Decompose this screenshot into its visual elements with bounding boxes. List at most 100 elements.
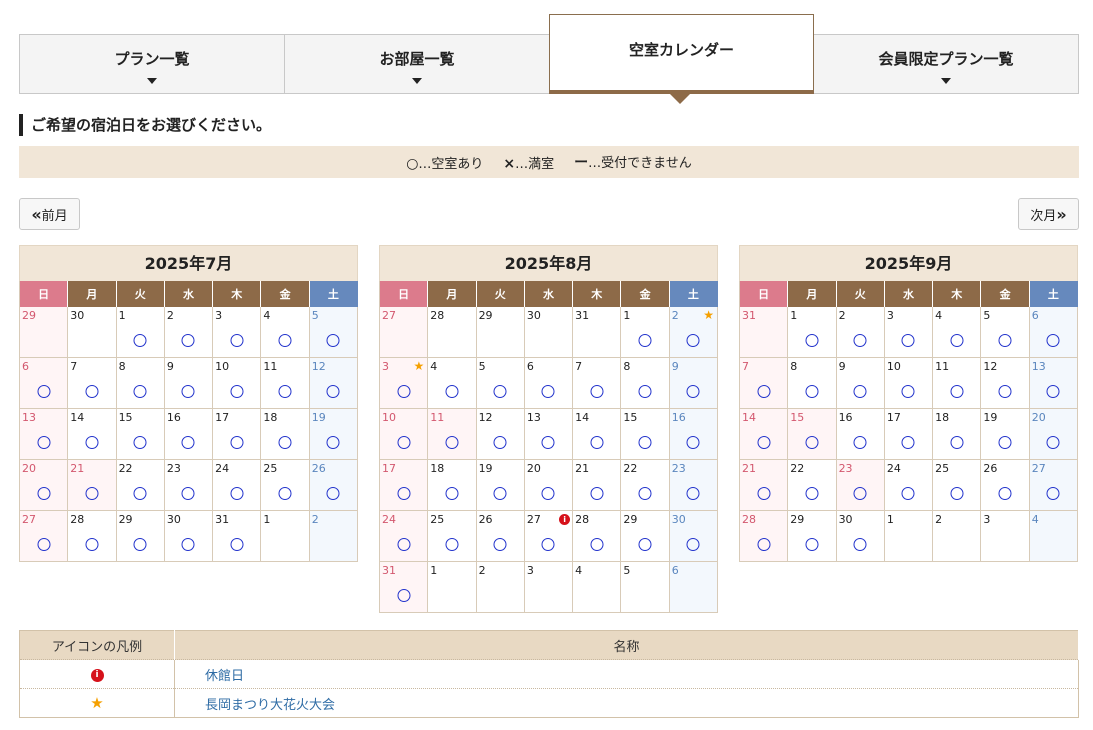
calendar-day-cell[interactable]: 17	[380, 460, 429, 511]
available-circle-icon[interactable]	[998, 385, 1012, 398]
available-circle-icon[interactable]	[397, 589, 411, 602]
available-circle-icon[interactable]	[950, 334, 964, 347]
calendar-day-cell[interactable]: 5	[981, 307, 1030, 358]
calendar-day-cell[interactable]: 30	[669, 511, 718, 562]
calendar-day-cell[interactable]: 9	[164, 358, 214, 409]
calendar-day-cell[interactable]: 13	[1029, 358, 1078, 409]
calendar-day-cell[interactable]: 16	[836, 409, 885, 460]
calendar-day-cell[interactable]: 26	[476, 511, 525, 562]
available-circle-icon[interactable]	[37, 538, 51, 551]
available-circle-icon[interactable]	[541, 487, 555, 500]
available-circle-icon[interactable]	[638, 538, 652, 551]
calendar-day-cell[interactable]: 8	[621, 358, 670, 409]
available-circle-icon[interactable]	[998, 487, 1012, 500]
calendar-day-cell[interactable]: 10	[380, 409, 429, 460]
calendar-day-cell[interactable]: 4	[933, 307, 982, 358]
icon-name[interactable]: 休館日	[174, 659, 1079, 689]
calendar-day-cell[interactable]: 29	[621, 511, 670, 562]
calendar-day-cell[interactable]: 17	[213, 409, 262, 460]
tab-member-plan-list[interactable]: 会員限定プラン一覧	[813, 34, 1079, 94]
available-circle-icon[interactable]	[1046, 385, 1060, 398]
calendar-day-cell[interactable]: 12	[309, 358, 358, 409]
available-circle-icon[interactable]	[493, 385, 507, 398]
available-circle-icon[interactable]	[638, 436, 652, 449]
available-circle-icon[interactable]	[590, 487, 604, 500]
calendar-day-cell[interactable]: 8	[788, 358, 837, 409]
available-circle-icon[interactable]	[757, 487, 771, 500]
calendar-day-cell[interactable]: 24	[213, 460, 262, 511]
calendar-day-cell[interactable]: 20	[20, 460, 69, 511]
available-circle-icon[interactable]	[998, 334, 1012, 347]
available-circle-icon[interactable]	[757, 385, 771, 398]
available-circle-icon[interactable]	[230, 385, 244, 398]
calendar-day-cell[interactable]: 3 ★	[380, 358, 429, 409]
available-circle-icon[interactable]	[950, 385, 964, 398]
available-circle-icon[interactable]	[853, 436, 867, 449]
available-circle-icon[interactable]	[950, 436, 964, 449]
available-circle-icon[interactable]	[590, 436, 604, 449]
calendar-day-cell[interactable]: 7	[573, 358, 622, 409]
calendar-day-cell[interactable]: 19	[981, 409, 1030, 460]
available-circle-icon[interactable]	[133, 385, 147, 398]
calendar-day-cell[interactable]: 19	[309, 409, 358, 460]
available-circle-icon[interactable]	[541, 385, 555, 398]
available-circle-icon[interactable]	[901, 487, 915, 500]
available-circle-icon[interactable]	[757, 436, 771, 449]
available-circle-icon[interactable]	[686, 334, 700, 347]
available-circle-icon[interactable]	[805, 385, 819, 398]
calendar-day-cell[interactable]: 9	[669, 358, 718, 409]
available-circle-icon[interactable]	[278, 334, 292, 347]
calendar-day-cell[interactable]: 28	[573, 511, 622, 562]
calendar-day-cell[interactable]: 22	[621, 460, 670, 511]
available-circle-icon[interactable]	[805, 334, 819, 347]
tab-room-list[interactable]: お部屋一覧	[284, 34, 550, 94]
available-circle-icon[interactable]	[541, 436, 555, 449]
calendar-day-cell[interactable]: 4	[261, 307, 310, 358]
available-circle-icon[interactable]	[493, 436, 507, 449]
available-circle-icon[interactable]	[590, 385, 604, 398]
tab-vacancy-calendar[interactable]: 空室カレンダー	[549, 14, 814, 94]
available-circle-icon[interactable]	[1046, 487, 1060, 500]
calendar-day-cell[interactable]: 7	[68, 358, 117, 409]
calendar-day-cell[interactable]: 25	[261, 460, 310, 511]
calendar-day-cell[interactable]: 22	[116, 460, 165, 511]
available-circle-icon[interactable]	[853, 487, 867, 500]
available-circle-icon[interactable]	[950, 487, 964, 500]
available-circle-icon[interactable]	[397, 538, 411, 551]
available-circle-icon[interactable]	[998, 436, 1012, 449]
available-circle-icon[interactable]	[230, 538, 244, 551]
calendar-day-cell[interactable]: 1	[788, 307, 837, 358]
available-circle-icon[interactable]	[853, 538, 867, 551]
calendar-day-cell[interactable]: 17	[884, 409, 934, 460]
calendar-day-cell[interactable]: 16	[669, 409, 718, 460]
calendar-day-cell[interactable]: 24	[380, 511, 429, 562]
available-circle-icon[interactable]	[326, 487, 340, 500]
icon-name[interactable]: 長岡まつり大花火大会	[174, 688, 1079, 718]
available-circle-icon[interactable]	[37, 487, 51, 500]
available-circle-icon[interactable]	[686, 436, 700, 449]
calendar-day-cell[interactable]: 11	[261, 358, 310, 409]
available-circle-icon[interactable]	[397, 436, 411, 449]
calendar-day-cell[interactable]: 24	[884, 460, 934, 511]
calendar-day-cell[interactable]: 15	[621, 409, 670, 460]
calendar-day-cell[interactable]: 26	[309, 460, 358, 511]
available-circle-icon[interactable]	[181, 436, 195, 449]
calendar-day-cell[interactable]: 29	[116, 511, 165, 562]
calendar-day-cell[interactable]: 21	[740, 460, 789, 511]
calendar-day-cell[interactable]: 13	[524, 409, 574, 460]
available-circle-icon[interactable]	[805, 538, 819, 551]
available-circle-icon[interactable]	[686, 385, 700, 398]
calendar-day-cell[interactable]: 15	[116, 409, 165, 460]
available-circle-icon[interactable]	[445, 538, 459, 551]
calendar-day-cell[interactable]: 18	[261, 409, 310, 460]
available-circle-icon[interactable]	[397, 487, 411, 500]
available-circle-icon[interactable]	[445, 487, 459, 500]
available-circle-icon[interactable]	[493, 487, 507, 500]
calendar-day-cell[interactable]: 5	[309, 307, 358, 358]
calendar-day-cell[interactable]: 16	[164, 409, 214, 460]
calendar-day-cell[interactable]: 14	[740, 409, 789, 460]
calendar-day-cell[interactable]: 18	[428, 460, 477, 511]
calendar-day-cell[interactable]: 21	[68, 460, 117, 511]
calendar-day-cell[interactable]: 2 ★	[669, 307, 718, 358]
calendar-day-cell[interactable]: 1	[116, 307, 165, 358]
